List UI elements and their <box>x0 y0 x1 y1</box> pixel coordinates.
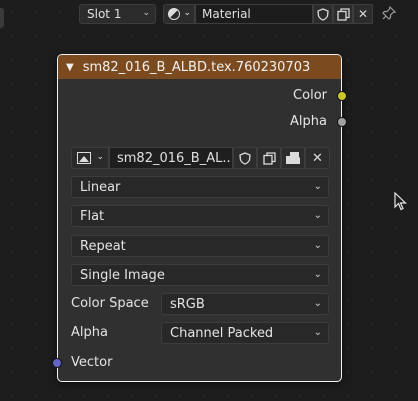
vector-input-socket[interactable] <box>52 358 62 368</box>
chevron-down-icon: ⌄ <box>313 240 322 251</box>
material-slot-label: Slot 1 <box>87 7 122 21</box>
source-dropdown[interactable]: Single Image ⌄ <box>71 264 329 286</box>
material-name-field[interactable]: Material <box>195 4 313 24</box>
editor-edge <box>0 8 4 28</box>
collapse-arrow-icon[interactable]: ▼ <box>66 62 74 73</box>
interpolation-dropdown[interactable]: Linear ⌄ <box>71 176 329 198</box>
chevron-down-icon: ⌄ <box>313 269 322 280</box>
chevron-down-icon: ⌄ <box>313 327 322 338</box>
alpha-output-socket[interactable] <box>337 117 347 127</box>
close-icon: ✕ <box>357 7 369 21</box>
pin-icon[interactable] <box>381 5 397 22</box>
extension-value: Repeat <box>80 238 126 254</box>
open-image-button[interactable] <box>281 147 305 169</box>
node-editor-header: Slot 1 ⌄ ⌄ Material ✕ <box>0 4 418 28</box>
material-browse-button[interactable]: ⌄ <box>163 4 195 24</box>
chevron-down-icon: ⌄ <box>313 181 322 192</box>
duplicate-material-button[interactable] <box>333 4 353 24</box>
output-alpha-label: Alpha <box>290 114 327 129</box>
node-title: sm82_016_B_ALBD.tex.760230703 <box>82 59 311 75</box>
new-image-button[interactable] <box>257 147 281 169</box>
projection-value: Flat <box>80 208 105 224</box>
output-color-label: Color <box>293 88 327 103</box>
mouse-cursor-icon <box>394 192 407 211</box>
close-icon: ✕ <box>312 150 323 166</box>
image-datablock-selector: ⌄ sm82_016_B_AL... ✕ <box>71 147 330 169</box>
interpolation-value: Linear <box>80 179 121 195</box>
copy-icon <box>262 151 276 165</box>
chevron-down-icon: ⌄ <box>183 8 191 18</box>
material-slot-dropdown[interactable]: Slot 1 ⌄ <box>79 4 156 24</box>
copy-icon <box>336 7 350 21</box>
chevron-down-icon: ⌄ <box>313 210 322 221</box>
unlink-image-button[interactable]: ✕ <box>305 147 330 169</box>
chevron-down-icon: ⌄ <box>96 152 104 162</box>
projection-dropdown[interactable]: Flat ⌄ <box>71 205 329 227</box>
fake-user-button[interactable] <box>233 147 257 169</box>
alpha-mode-value: Channel Packed <box>170 325 274 341</box>
node-header[interactable]: ▼ sm82_016_B_ALBD.tex.760230703 <box>58 55 341 79</box>
image-icon <box>77 152 91 164</box>
output-color: Color <box>293 88 327 106</box>
image-texture-node[interactable]: ▼ sm82_016_B_ALBD.tex.760230703 Color Al… <box>52 54 347 382</box>
image-name-field[interactable]: sm82_016_B_AL... <box>109 147 233 169</box>
color-space-label: Color Space <box>71 296 149 311</box>
fake-user-button[interactable] <box>313 4 333 24</box>
alpha-mode-label: Alpha <box>71 325 108 340</box>
shield-icon <box>239 151 251 165</box>
source-value: Single Image <box>80 267 165 283</box>
alpha-mode-dropdown[interactable]: Channel Packed ⌄ <box>161 322 329 344</box>
color-space-value: sRGB <box>170 296 205 312</box>
color-space-dropdown[interactable]: sRGB ⌄ <box>161 293 329 315</box>
color-output-socket[interactable] <box>337 91 347 101</box>
vector-input-label: Vector <box>71 355 113 370</box>
unlink-material-button[interactable]: ✕ <box>353 4 373 24</box>
output-alpha: Alpha <box>290 114 327 132</box>
chevron-down-icon: ⌄ <box>142 8 150 18</box>
shield-icon <box>317 7 329 21</box>
chevron-down-icon: ⌄ <box>313 298 322 309</box>
material-sphere-icon <box>168 8 180 20</box>
folder-open-icon <box>286 152 300 164</box>
image-browse-button[interactable]: ⌄ <box>71 147 109 169</box>
extension-dropdown[interactable]: Repeat ⌄ <box>71 235 329 257</box>
